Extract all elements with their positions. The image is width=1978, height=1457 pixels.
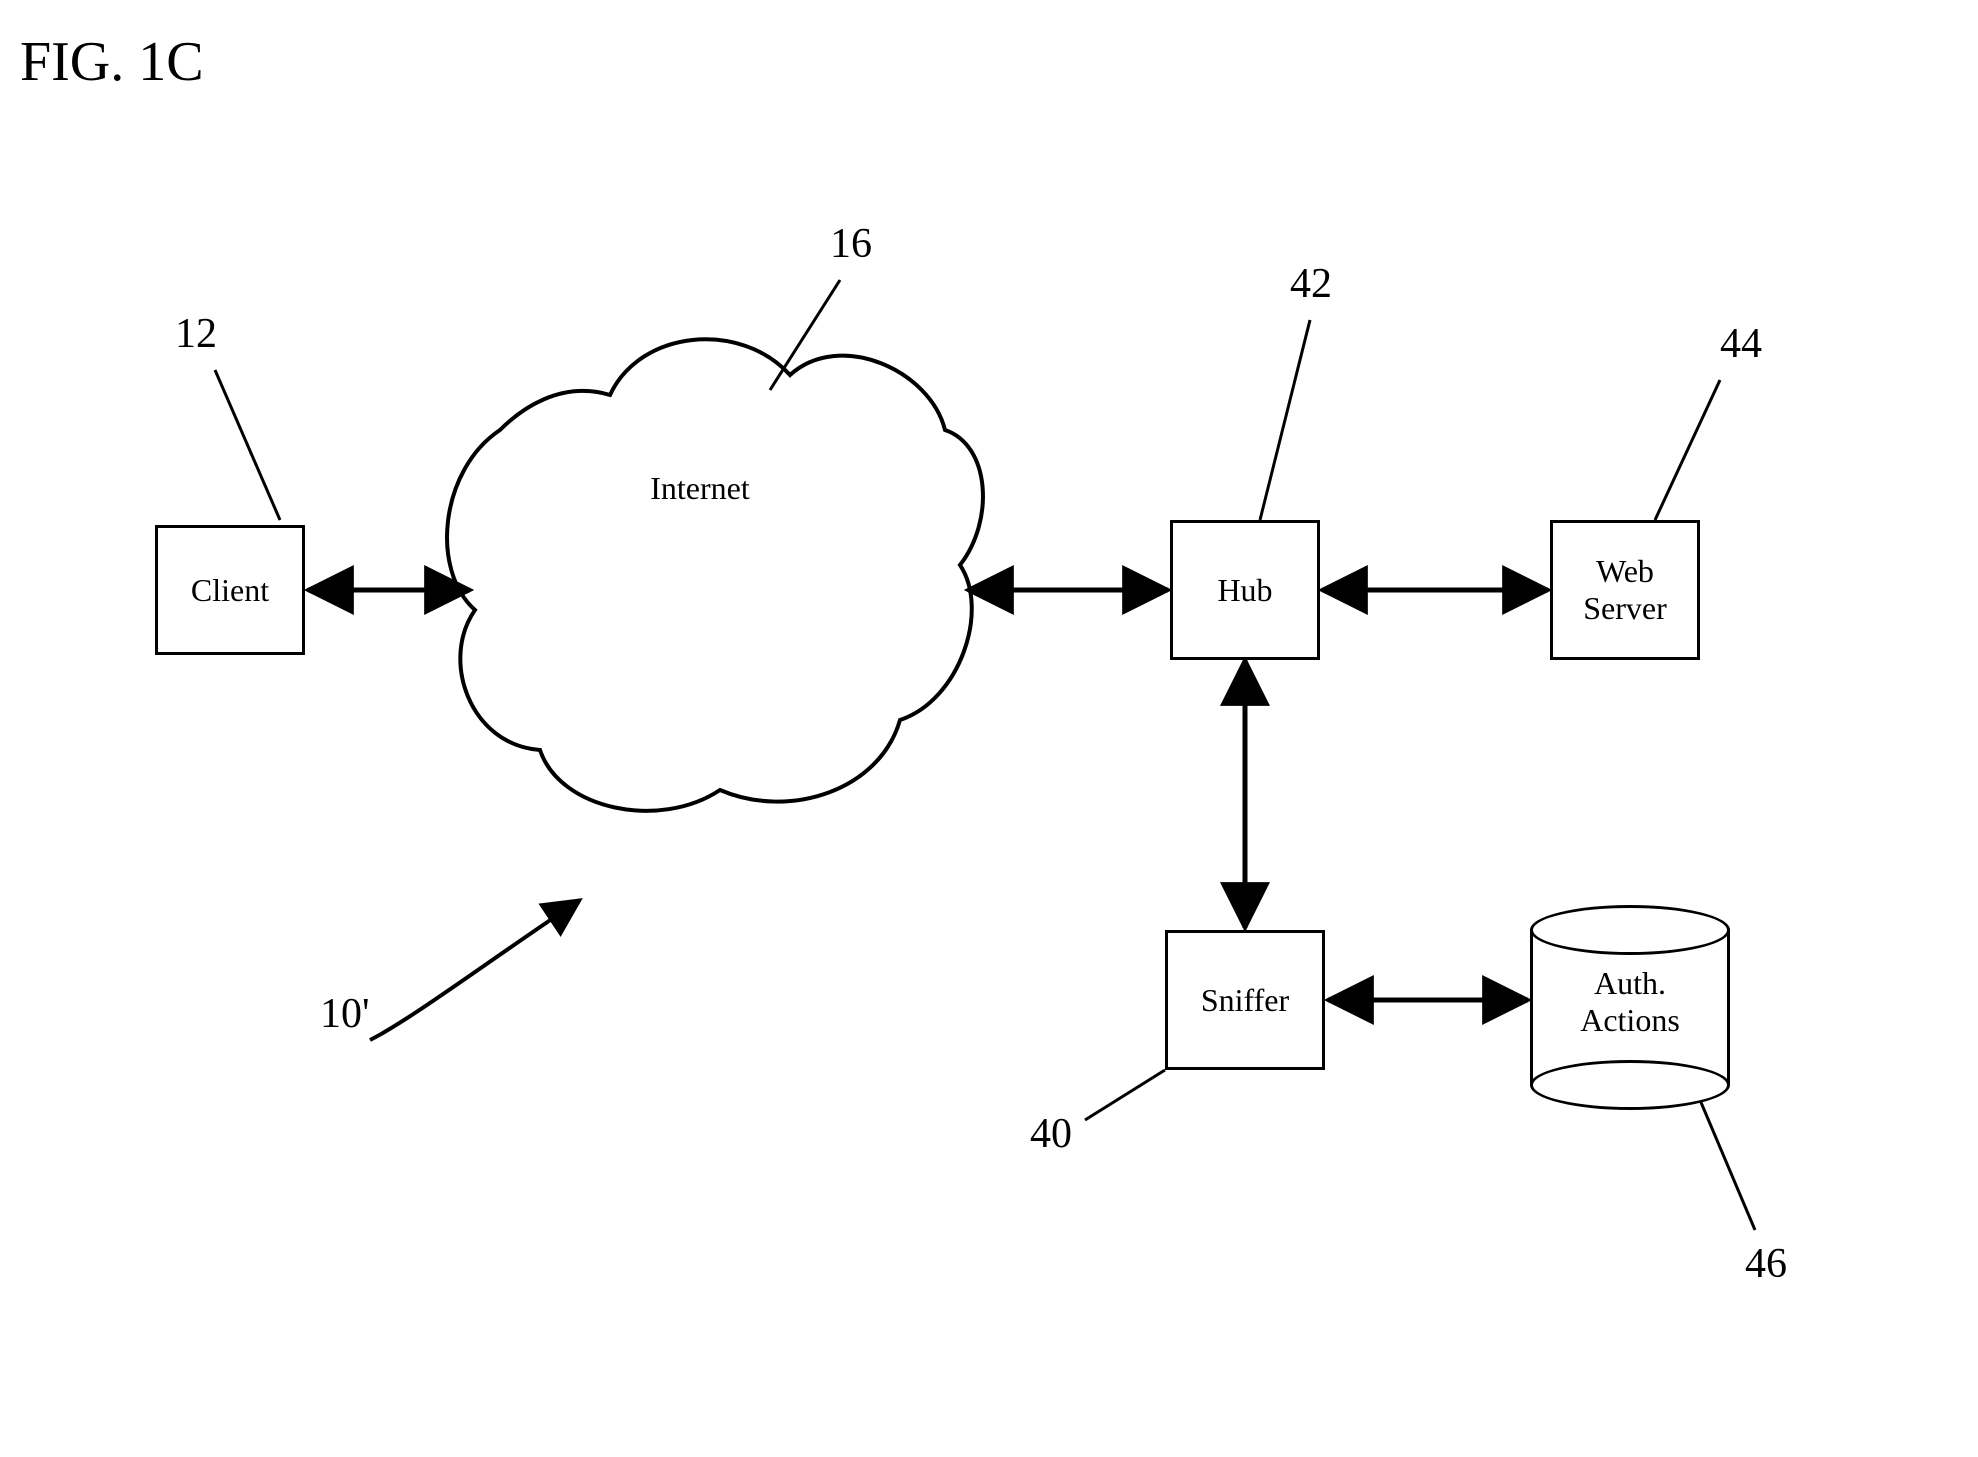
webserver-label: Web Server (1583, 553, 1667, 627)
connectors-overlay (0, 0, 1978, 1457)
figure-title: FIG. 1C (20, 30, 204, 94)
ref-44: 44 (1720, 320, 1762, 368)
hub-node: Hub (1170, 520, 1320, 660)
sniffer-node: Sniffer (1165, 930, 1325, 1070)
diagram-canvas: FIG. 1C (0, 0, 1978, 1457)
leader-42 (1260, 320, 1310, 520)
ref-40: 40 (1030, 1110, 1072, 1158)
client-node: Client (155, 525, 305, 655)
client-label: Client (191, 572, 269, 609)
ref-46: 46 (1745, 1240, 1787, 1288)
auth-label-line1: Auth. (1594, 965, 1666, 1001)
auth-label-line2: Actions (1580, 1002, 1680, 1038)
ref-12: 12 (175, 310, 217, 358)
ref-10prime: 10' (320, 990, 370, 1038)
internet-cloud (447, 339, 983, 811)
ref-42: 42 (1290, 260, 1332, 308)
ref-16: 16 (830, 220, 872, 268)
leader-12 (215, 370, 280, 520)
sniffer-label: Sniffer (1201, 982, 1289, 1019)
webserver-node: Web Server (1550, 520, 1700, 660)
leader-44 (1655, 380, 1720, 520)
leader-16 (770, 280, 840, 390)
auth-actions-node: Auth. Actions (1530, 905, 1730, 1105)
leader-40 (1085, 1070, 1165, 1120)
leader-46 (1700, 1100, 1755, 1230)
leader-10prime (370, 900, 580, 1040)
internet-label: Internet (620, 470, 780, 507)
hub-label: Hub (1217, 572, 1272, 609)
